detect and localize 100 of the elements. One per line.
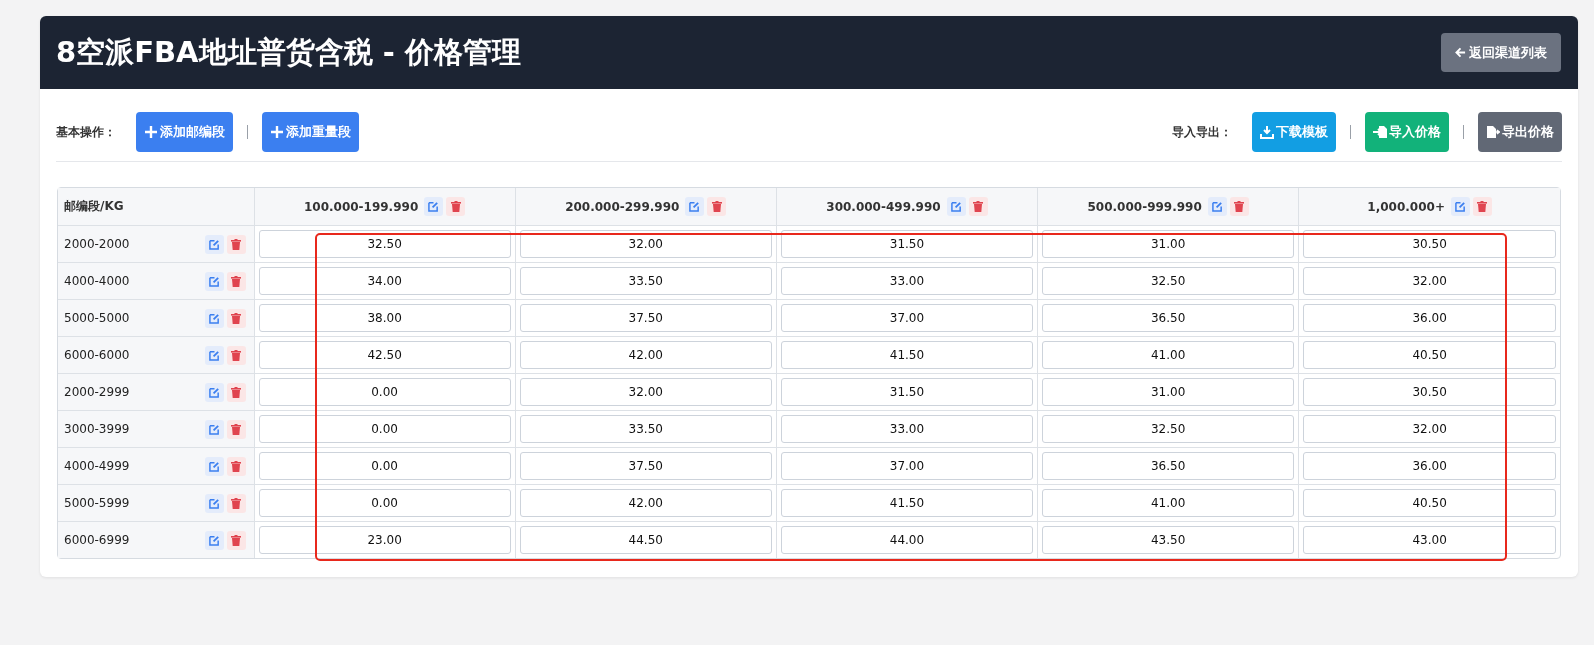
price-input[interactable]: 42.50 bbox=[258, 341, 511, 369]
price-input[interactable]: 42.00 bbox=[519, 341, 772, 369]
price-input[interactable]: 43.50 bbox=[1042, 526, 1295, 554]
price-input[interactable]: 32.00 bbox=[1303, 267, 1556, 295]
delete-button[interactable] bbox=[226, 419, 246, 439]
delete-button[interactable] bbox=[1472, 197, 1492, 216]
delete-button[interactable] bbox=[226, 382, 246, 402]
delete-button[interactable] bbox=[446, 197, 466, 216]
price-input[interactable]: 31.50 bbox=[780, 378, 1034, 406]
edit-button[interactable] bbox=[204, 456, 224, 476]
delete-button[interactable] bbox=[968, 197, 988, 216]
price-input[interactable]: 36.00 bbox=[1303, 304, 1556, 332]
price-input[interactable]: 33.50 bbox=[519, 267, 772, 295]
edit-button[interactable] bbox=[1207, 197, 1227, 216]
price-input[interactable]: 37.00 bbox=[780, 452, 1034, 480]
price-input[interactable]: 37.50 bbox=[519, 304, 772, 332]
column-header: 1,000.000+ bbox=[1367, 199, 1445, 214]
price-input[interactable]: 0.00 bbox=[258, 452, 511, 480]
trash-icon bbox=[973, 201, 984, 212]
edit-button[interactable] bbox=[204, 419, 224, 439]
edit-icon bbox=[208, 497, 220, 509]
price-input[interactable]: 32.50 bbox=[1042, 415, 1295, 443]
edit-icon bbox=[950, 201, 962, 212]
price-input[interactable]: 33.00 bbox=[780, 415, 1034, 443]
price-input[interactable]: 32.00 bbox=[1303, 415, 1556, 443]
delete-button[interactable] bbox=[226, 456, 246, 476]
plus-icon bbox=[270, 125, 284, 139]
price-input[interactable]: 44.00 bbox=[780, 526, 1034, 554]
price-input[interactable]: 31.00 bbox=[1042, 230, 1295, 258]
price-input[interactable]: 41.50 bbox=[780, 341, 1034, 369]
price-input[interactable]: 0.00 bbox=[258, 378, 511, 406]
edit-button[interactable] bbox=[204, 493, 224, 513]
edit-icon bbox=[208, 349, 220, 361]
trash-icon bbox=[231, 238, 241, 250]
delete-button[interactable] bbox=[1229, 197, 1249, 216]
edit-button[interactable] bbox=[1450, 197, 1470, 216]
delete-button[interactable] bbox=[226, 308, 246, 328]
price-input[interactable]: 42.00 bbox=[519, 489, 772, 517]
price-input[interactable]: 32.50 bbox=[258, 230, 511, 258]
price-input[interactable]: 38.00 bbox=[258, 304, 511, 332]
edit-button[interactable] bbox=[204, 234, 224, 254]
edit-icon bbox=[208, 312, 220, 324]
price-input[interactable]: 23.00 bbox=[258, 526, 511, 554]
price-input[interactable]: 41.00 bbox=[1042, 489, 1295, 517]
edit-button[interactable] bbox=[204, 530, 224, 550]
row-header: 5000-5000 bbox=[64, 311, 130, 325]
trash-icon bbox=[711, 201, 722, 212]
edit-button[interactable] bbox=[204, 308, 224, 328]
plus-button[interactable]: 添加邮编段 bbox=[136, 112, 233, 152]
download-icon bbox=[1260, 125, 1274, 139]
delete-button[interactable] bbox=[226, 271, 246, 291]
toolbar-label: 基本操作： bbox=[56, 123, 116, 141]
edit-icon bbox=[689, 201, 701, 212]
edit-button[interactable] bbox=[946, 197, 966, 216]
delete-button[interactable] bbox=[226, 530, 246, 550]
edit-button[interactable] bbox=[424, 197, 444, 216]
file-import-icon bbox=[1373, 125, 1387, 139]
price-input[interactable]: 33.50 bbox=[519, 415, 772, 443]
price-input[interactable]: 40.50 bbox=[1303, 489, 1556, 517]
price-input[interactable]: 0.00 bbox=[258, 489, 511, 517]
price-input[interactable]: 30.50 bbox=[1303, 230, 1556, 258]
plus-button[interactable]: 添加重量段 bbox=[262, 112, 359, 152]
trash-icon bbox=[231, 497, 241, 509]
price-input[interactable]: 0.00 bbox=[258, 415, 511, 443]
price-input[interactable]: 32.50 bbox=[1042, 267, 1295, 295]
edit-icon bbox=[1454, 201, 1466, 212]
column-header: 邮编段/KG bbox=[58, 188, 254, 226]
price-input[interactable]: 41.00 bbox=[1042, 341, 1295, 369]
edit-icon bbox=[208, 534, 220, 546]
delete-button[interactable] bbox=[707, 197, 727, 216]
price-input[interactable]: 31.00 bbox=[1042, 378, 1295, 406]
price-input[interactable]: 37.50 bbox=[519, 452, 772, 480]
price-input[interactable]: 40.50 bbox=[1303, 341, 1556, 369]
price-input[interactable]: 30.50 bbox=[1303, 378, 1556, 406]
price-input[interactable]: 41.50 bbox=[780, 489, 1034, 517]
delete-button[interactable] bbox=[226, 345, 246, 365]
trash-icon bbox=[231, 386, 241, 398]
edit-button[interactable] bbox=[204, 271, 224, 291]
column-header: 100.000-199.990 bbox=[303, 199, 419, 214]
edit-button[interactable] bbox=[685, 197, 705, 216]
back-button[interactable]: 返回渠道列表 bbox=[1441, 33, 1561, 72]
price-input[interactable]: 32.00 bbox=[519, 230, 772, 258]
delete-button[interactable] bbox=[226, 234, 246, 254]
price-input[interactable]: 32.00 bbox=[519, 378, 772, 406]
edit-button[interactable] bbox=[204, 382, 224, 402]
row-header: 3000-3999 bbox=[64, 422, 130, 436]
edit-icon bbox=[208, 238, 220, 250]
export-button[interactable]: 导出价格 bbox=[1478, 112, 1562, 152]
delete-button[interactable] bbox=[226, 493, 246, 513]
price-input[interactable]: 36.50 bbox=[1042, 452, 1295, 480]
price-input[interactable]: 44.50 bbox=[519, 526, 772, 554]
price-input[interactable]: 33.00 bbox=[780, 267, 1034, 295]
price-input[interactable]: 36.00 bbox=[1303, 452, 1556, 480]
edit-icon bbox=[208, 423, 220, 435]
edit-button[interactable] bbox=[204, 345, 224, 365]
price-input[interactable]: 37.00 bbox=[780, 304, 1034, 332]
price-input[interactable]: 31.50 bbox=[780, 230, 1034, 258]
price-input[interactable]: 34.00 bbox=[258, 267, 511, 295]
price-input[interactable]: 36.50 bbox=[1042, 304, 1295, 332]
price-input[interactable]: 43.00 bbox=[1303, 526, 1556, 554]
